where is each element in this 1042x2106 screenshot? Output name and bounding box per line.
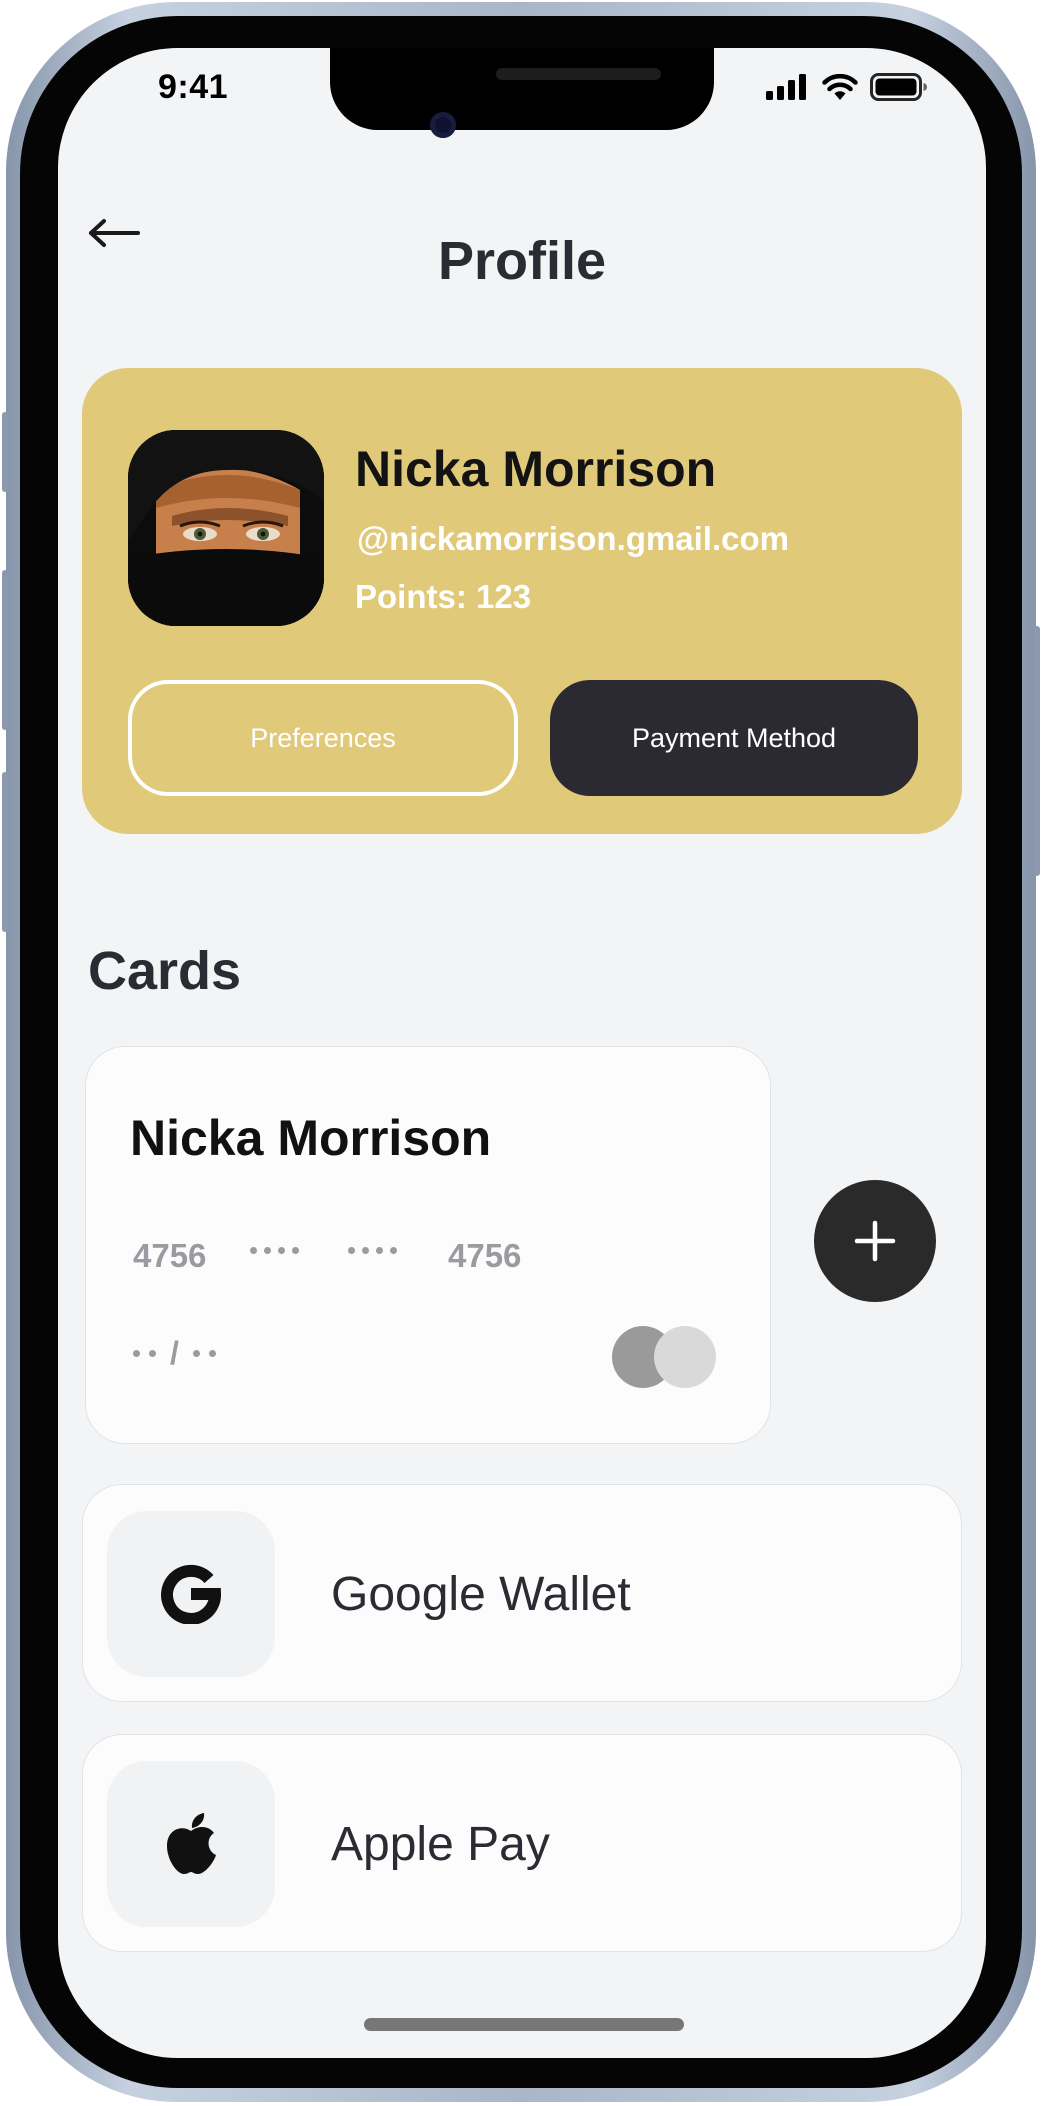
apple-icon-box	[107, 1761, 275, 1927]
preferences-button[interactable]: Preferences	[128, 680, 518, 796]
mask-dot	[390, 1247, 397, 1254]
cards-heading: Cards	[88, 941, 242, 1001]
card-expiry: /	[133, 1337, 216, 1369]
mask-dot	[348, 1247, 355, 1254]
profile-card: Nicka Morrison @nickamorrison.gmail.com …	[82, 368, 962, 834]
mask-dot	[278, 1247, 285, 1254]
mask-dot	[362, 1247, 369, 1254]
expiry-separator: /	[170, 1335, 179, 1371]
side-button-volume-down	[2, 772, 8, 932]
google-icon-box	[107, 1511, 275, 1677]
payment-method-button[interactable]: Payment Method	[550, 680, 918, 796]
card-number-masked-group	[348, 1247, 397, 1254]
profile-points: Points: 123	[355, 578, 532, 615]
apple-pay-label: Apple Pay	[331, 1818, 550, 1871]
mask-dot	[192, 1349, 200, 1357]
card-holder-name: Nicka Morrison	[130, 1110, 492, 1166]
camera-notch	[330, 48, 714, 130]
avatar	[128, 430, 324, 626]
google-wallet-label: Google Wallet	[331, 1568, 631, 1621]
side-button-silent	[2, 412, 8, 492]
mask-dot	[292, 1247, 299, 1254]
front-camera	[430, 112, 456, 138]
mask-dot	[264, 1247, 271, 1254]
mask-dot	[149, 1349, 156, 1357]
side-button-power	[1034, 626, 1040, 876]
mask-dot	[376, 1247, 383, 1254]
plus-icon	[854, 1220, 896, 1262]
card-number-first-group: 4756	[133, 1237, 207, 1274]
apple-pay-option[interactable]: Apple Pay	[82, 1734, 962, 1952]
battery-icon	[870, 73, 927, 101]
card-network-logo-icon	[612, 1326, 716, 1388]
side-button-volume-up	[2, 570, 8, 730]
profile-email: @nickamorrison.gmail.com	[357, 520, 789, 557]
status-icons	[766, 72, 928, 102]
apple-icon	[167, 1813, 216, 1874]
app-screen: 9:41 Profile Nicka Morrison @nickamorris…	[58, 48, 986, 2058]
mask-dot	[250, 1247, 257, 1254]
profile-photo	[128, 430, 324, 626]
credit-card[interactable]: Nicka Morrison 4756 4756 /	[85, 1046, 771, 1444]
profile-name: Nicka Morrison	[355, 441, 717, 497]
card-number-last-group: 4756	[448, 1237, 522, 1274]
wifi-icon	[822, 73, 858, 100]
mask-dot	[208, 1349, 216, 1357]
google-icon	[161, 1564, 221, 1624]
earpiece-speaker	[496, 68, 661, 80]
cellular-signal-icon	[766, 74, 806, 100]
google-wallet-option[interactable]: Google Wallet	[82, 1484, 962, 1702]
add-card-button[interactable]	[814, 1180, 936, 1302]
card-number-masked-group	[250, 1247, 299, 1254]
home-indicator[interactable]	[364, 2018, 684, 2031]
page-title: Profile	[437, 231, 607, 291]
mask-dot	[133, 1349, 140, 1357]
status-time: 9:41	[158, 68, 229, 106]
